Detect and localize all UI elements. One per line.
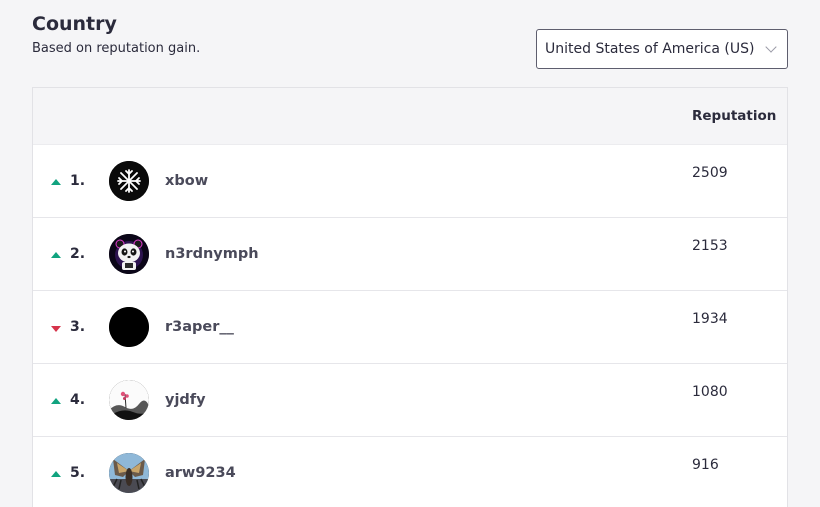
rank: 4. (70, 392, 86, 408)
table-row[interactable]: 5. arw9234 916 (33, 437, 787, 507)
column-header-reputation: Reputation (692, 108, 777, 124)
rank: 2. (70, 246, 86, 262)
trend-up-icon (51, 471, 61, 477)
rank: 3. (70, 319, 86, 335)
username[interactable]: r3aper__ (165, 319, 234, 335)
table-row[interactable]: 2. n3rdnymph 2153 (33, 218, 787, 291)
reputation-value: 2153 (692, 238, 728, 254)
mothra-avatar[interactable] (109, 453, 149, 493)
username[interactable]: n3rdnymph (165, 246, 259, 262)
trend-down-icon (51, 326, 61, 332)
table-row[interactable]: 3. r3aper__ 1934 (33, 291, 787, 364)
black-avatar[interactable] (109, 307, 149, 347)
leaderboard-table: Reputation 1. xbow 2509 2. n3rdnymph 215… (32, 87, 788, 507)
rank: 1. (70, 173, 86, 189)
country-select[interactable]: United States of America (US) (536, 29, 788, 69)
reputation-value: 916 (692, 457, 719, 473)
page-title: Country (32, 13, 117, 35)
reputation-value: 1080 (692, 384, 728, 400)
reputation-value: 2509 (692, 165, 728, 181)
username[interactable]: arw9234 (165, 465, 236, 481)
table-header: Reputation (33, 88, 787, 145)
username[interactable]: xbow (165, 173, 208, 189)
country-select-value: United States of America (US) (545, 41, 755, 57)
chevron-down-icon (765, 41, 777, 53)
leaderboard-page: Country Based on reputation gain. United… (0, 0, 820, 507)
page-subtitle: Based on reputation gain. (32, 41, 201, 56)
ink-painting-avatar[interactable] (109, 380, 149, 420)
trend-up-icon (51, 252, 61, 258)
rank: 5. (70, 465, 86, 481)
panda-avatar[interactable] (109, 234, 149, 274)
username[interactable]: yjdfy (165, 392, 206, 408)
xbow-logo-avatar[interactable] (109, 161, 149, 201)
trend-up-icon (51, 179, 61, 185)
trend-up-icon (51, 398, 61, 404)
table-row[interactable]: 1. xbow 2509 (33, 145, 787, 218)
reputation-value: 1934 (692, 311, 728, 327)
table-row[interactable]: 4. yjdfy 1080 (33, 364, 787, 437)
